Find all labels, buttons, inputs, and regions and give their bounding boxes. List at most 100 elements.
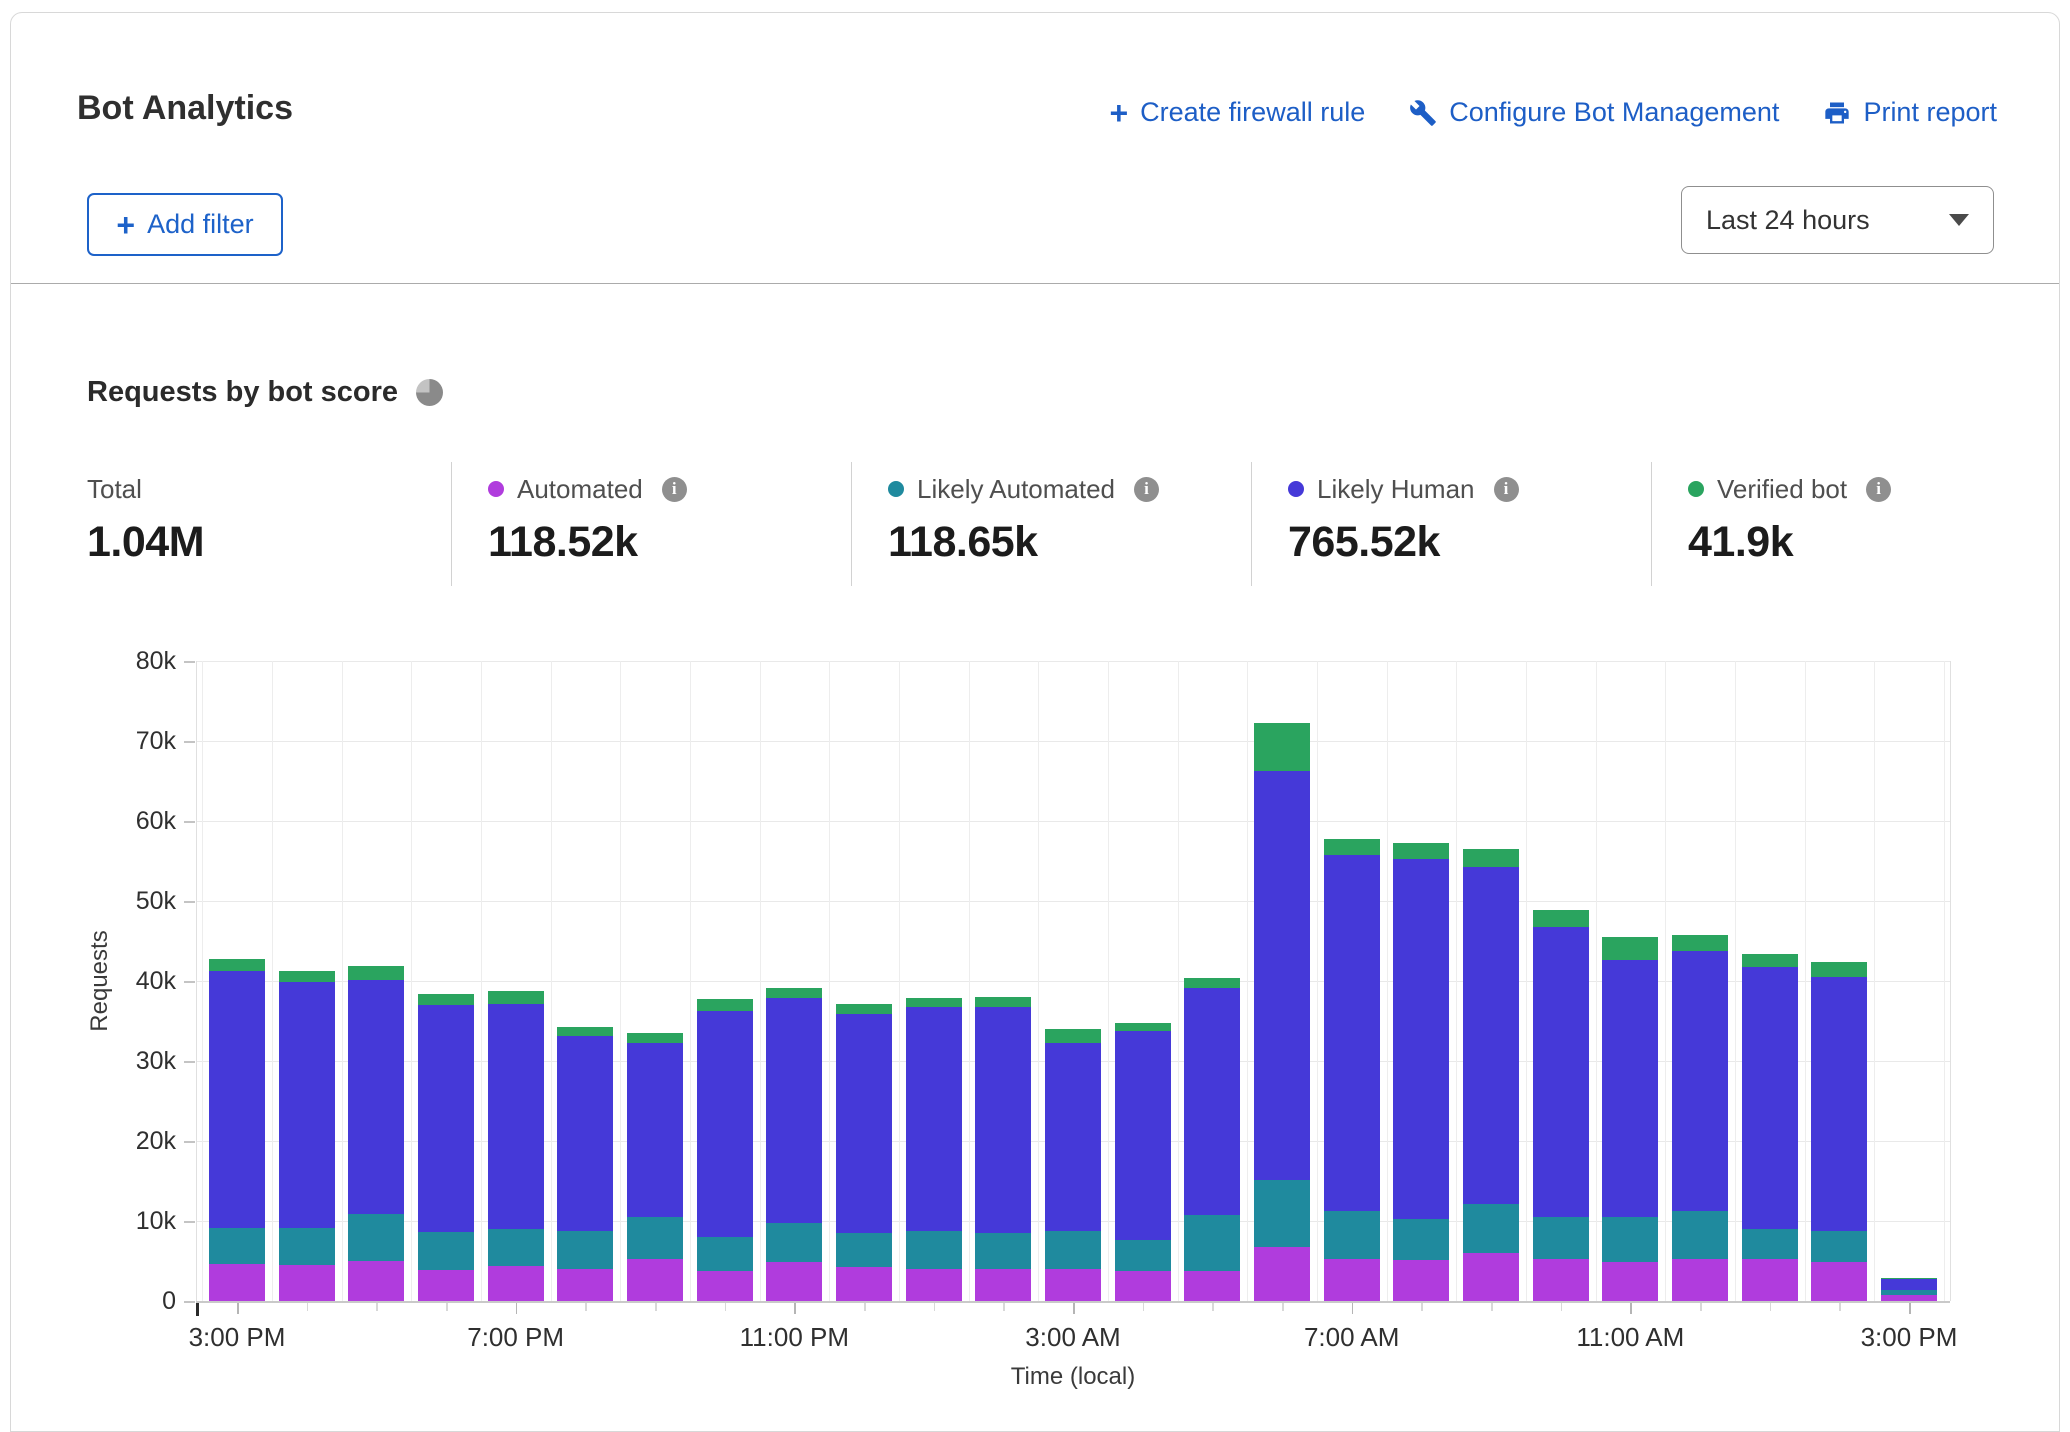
bar-segment-likely-human: [488, 1004, 544, 1229]
bar-segment-likely-human: [1881, 1279, 1937, 1290]
chart-bar[interactable]: [488, 991, 544, 1301]
legend-dot-likely-human: [1288, 481, 1304, 497]
info-icon[interactable]: i: [662, 477, 687, 502]
bar-segment-likely-human: [975, 1007, 1031, 1233]
page-title: Bot Analytics: [77, 89, 293, 128]
bar-segment-verified-bot: [557, 1027, 613, 1037]
header-actions: + Create firewall rule Configure Bot Man…: [1109, 97, 1997, 128]
plus-icon: +: [1109, 99, 1128, 127]
bar-segment-verified-bot: [279, 971, 335, 981]
bar-segment-likely-human: [1463, 867, 1519, 1205]
bar-segment-verified-bot: [418, 994, 474, 1005]
chart-bar[interactable]: [1811, 962, 1867, 1301]
bar-segment-verified-bot: [1184, 978, 1240, 988]
bar-segment-automated: [1881, 1295, 1937, 1301]
bar-segment-verified-bot: [1672, 935, 1728, 951]
bar-segment-likely-automated: [1742, 1229, 1798, 1259]
bar-segment-automated: [1324, 1259, 1380, 1301]
legend-dot-verified-bot: [1688, 481, 1704, 497]
bar-segment-automated: [348, 1261, 404, 1301]
chart-bar[interactable]: [209, 959, 265, 1301]
chart-bar[interactable]: [1324, 839, 1380, 1301]
chart-bar[interactable]: [1881, 1278, 1937, 1301]
bar-segment-likely-human: [906, 1007, 962, 1231]
stat-divider: [1251, 462, 1252, 586]
section-heading: Requests by bot score: [87, 376, 398, 409]
chart-bar[interactable]: [1045, 1029, 1101, 1301]
bar-segment-likely-automated: [557, 1231, 613, 1269]
bar-segment-likely-human: [418, 1005, 474, 1232]
bar-segment-likely-automated: [418, 1232, 474, 1270]
bar-segment-verified-bot: [1393, 843, 1449, 859]
chart-bar[interactable]: [975, 997, 1031, 1301]
bar-segment-likely-automated: [1602, 1217, 1658, 1262]
bar-segment-automated: [1811, 1262, 1867, 1301]
chart-bar[interactable]: [1602, 937, 1658, 1301]
card-header: Bot Analytics + Create firewall rule Con…: [11, 13, 2059, 284]
chart-bar[interactable]: [348, 966, 404, 1301]
chart-bar[interactable]: [1254, 723, 1310, 1301]
chart-bar[interactable]: [279, 971, 335, 1301]
chart-bar[interactable]: [836, 1004, 892, 1301]
create-firewall-rule-label: Create firewall rule: [1140, 97, 1365, 128]
stat-label-likely-automated: Likely Automated: [917, 474, 1115, 505]
info-icon[interactable]: i: [1134, 477, 1159, 502]
chart-bar[interactable]: [1184, 978, 1240, 1301]
chart-bar[interactable]: [627, 1033, 683, 1301]
stat-value-verified-bot: 41.9k: [1688, 518, 1891, 567]
bar-segment-likely-automated: [697, 1237, 753, 1271]
bar-segment-automated: [279, 1265, 335, 1301]
chart-bar[interactable]: [1463, 849, 1519, 1301]
stat-total: Total1.04M: [87, 474, 204, 567]
chart-bar[interactable]: [1115, 1023, 1171, 1301]
bar-segment-automated: [627, 1259, 683, 1301]
time-range-dropdown[interactable]: Last 24 hours: [1681, 186, 1994, 254]
bar-segment-verified-bot: [209, 959, 265, 970]
add-filter-label: Add filter: [147, 209, 254, 240]
chart-bar[interactable]: [1672, 935, 1728, 1301]
bar-segment-automated: [1184, 1271, 1240, 1301]
stat-automated: Automatedi118.52k: [488, 474, 687, 567]
bar-segment-verified-bot: [348, 966, 404, 980]
bar-segment-automated: [1393, 1260, 1449, 1301]
bar-segment-likely-automated: [1533, 1217, 1589, 1259]
chart-bar[interactable]: [1393, 843, 1449, 1301]
chart-bar[interactable]: [766, 988, 822, 1301]
legend-dot-likely-automated: [888, 481, 904, 497]
plus-icon: +: [116, 211, 135, 239]
bar-segment-likely-human: [1533, 927, 1589, 1217]
bar-segment-likely-human: [1045, 1043, 1101, 1231]
bar-segment-automated: [488, 1266, 544, 1301]
bar-segment-likely-human: [279, 982, 335, 1228]
bar-segment-likely-human: [1672, 951, 1728, 1212]
stat-label-automated: Automated: [517, 474, 643, 505]
bar-segment-likely-automated: [1045, 1231, 1101, 1269]
info-icon[interactable]: i: [1866, 477, 1891, 502]
print-report-label: Print report: [1863, 97, 1997, 128]
bar-segment-automated: [836, 1267, 892, 1301]
bar-segment-automated: [1672, 1259, 1728, 1301]
bar-segment-automated: [209, 1264, 265, 1301]
bar-segment-verified-bot: [1463, 849, 1519, 867]
add-filter-button[interactable]: + Add filter: [87, 193, 283, 256]
bar-segment-likely-automated: [488, 1229, 544, 1266]
bar-segment-verified-bot: [1045, 1029, 1101, 1043]
print-report-link[interactable]: Print report: [1823, 97, 1997, 128]
chart-bar[interactable]: [418, 994, 474, 1301]
configure-bot-management-link[interactable]: Configure Bot Management: [1409, 97, 1779, 128]
chart-bar[interactable]: [557, 1027, 613, 1301]
info-icon[interactable]: i: [1494, 477, 1519, 502]
bar-segment-verified-bot: [906, 998, 962, 1007]
bar-segment-likely-human: [1811, 977, 1867, 1231]
bar-segment-likely-automated: [1811, 1231, 1867, 1261]
bar-segment-likely-human: [557, 1036, 613, 1230]
chart-bar[interactable]: [1742, 954, 1798, 1301]
chart-bar[interactable]: [906, 998, 962, 1301]
create-firewall-rule-link[interactable]: + Create firewall rule: [1109, 97, 1365, 128]
stat-divider: [1651, 462, 1652, 586]
bar-segment-likely-human: [697, 1011, 753, 1237]
bar-segment-automated: [1115, 1271, 1171, 1301]
chart-bar[interactable]: [1533, 910, 1589, 1301]
bar-segment-verified-bot: [697, 999, 753, 1010]
chart-bar[interactable]: [697, 999, 753, 1301]
